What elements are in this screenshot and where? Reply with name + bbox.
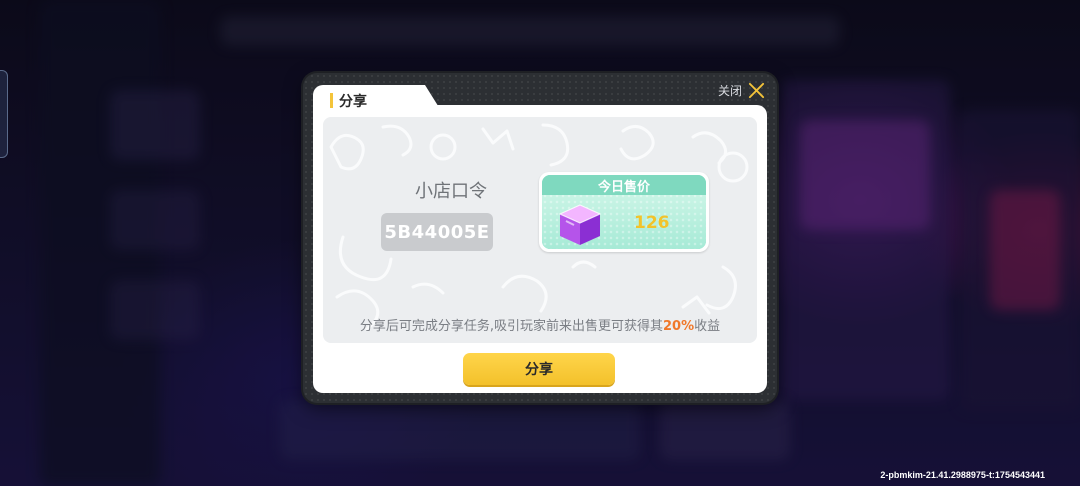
close-icon xyxy=(748,82,765,98)
build-watermark: 2-pbmkim-21.41.2988975-t:1754543441 xyxy=(880,470,1045,480)
share-dialog: 分享 关闭 小店口令 5B44005E 今日售价 126 分享后可完成分享任务,… xyxy=(303,73,777,403)
close-button[interactable]: 关闭 xyxy=(718,80,765,100)
price-value: 126 xyxy=(634,213,670,233)
title-accent-bar xyxy=(330,93,333,108)
share-content-card: 小店口令 5B44005E 今日售价 126 分享后可完成分享任务,吸引玩家前来… xyxy=(323,117,757,343)
shop-code-title: 小店口令 xyxy=(415,181,487,202)
shop-code-badge[interactable]: 5B44005E xyxy=(381,213,493,251)
hint-text-after: 收益 xyxy=(694,319,721,334)
purple-cube-icon xyxy=(558,204,602,245)
price-card-header: 今日售价 xyxy=(542,175,706,195)
dialog-title: 分享 xyxy=(339,94,367,110)
hint-percent: 20% xyxy=(663,319,695,334)
share-hint-text: 分享后可完成分享任务,吸引玩家前来出售更可获得其20%收益 xyxy=(323,315,757,334)
close-label: 关闭 xyxy=(717,83,742,98)
today-price-card: 今日售价 126 xyxy=(539,172,709,252)
side-drawer-handle[interactable] xyxy=(0,70,8,158)
price-card-inner: 今日售价 126 xyxy=(542,175,706,249)
hint-text-before: 分享后可完成分享任务,吸引玩家前来出售更可获得其 xyxy=(359,319,663,334)
share-button[interactable]: 分享 xyxy=(463,353,615,385)
